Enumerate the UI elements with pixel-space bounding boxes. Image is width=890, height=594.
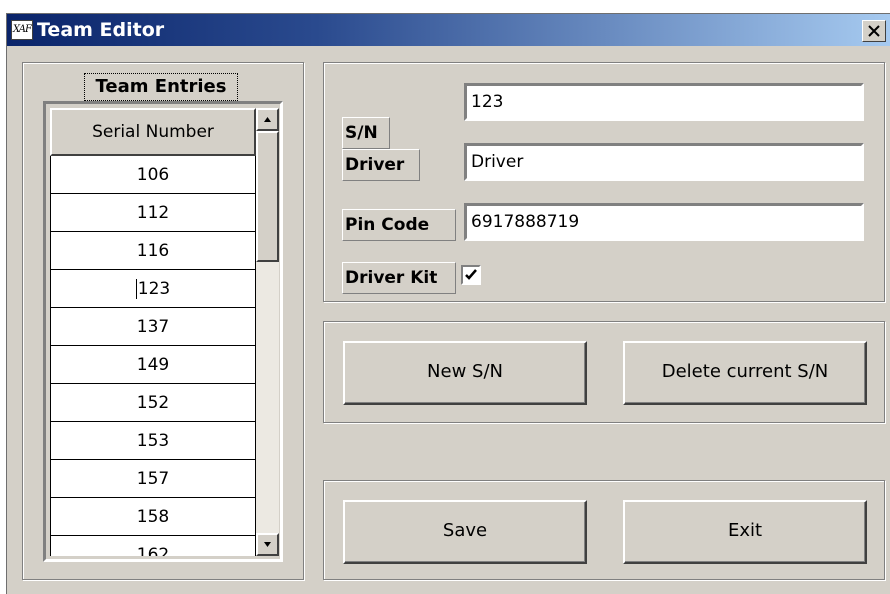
list-row-value: 158 <box>136 507 170 527</box>
pin-code-label: Pin Code <box>342 209 456 241</box>
arrow-down-icon <box>264 542 271 547</box>
list-row-value: 137 <box>136 317 170 337</box>
scroll-up-button[interactable] <box>256 108 279 131</box>
list-scrollbar[interactable] <box>256 108 279 556</box>
driver-input[interactable] <box>464 143 864 181</box>
new-sn-button-label: New S/N <box>427 361 503 382</box>
serial-number-rows: 106 112 116 123 137 149 152 153 157 158 … <box>50 156 256 556</box>
list-row-value: 162 <box>136 545 170 556</box>
text-caret <box>135 279 137 299</box>
list-row[interactable]: 158 <box>50 498 256 536</box>
exit-button-label: Exit <box>727 520 763 541</box>
close-button[interactable] <box>862 20 886 42</box>
close-icon <box>868 25 880 37</box>
list-row[interactable]: 116 <box>50 232 256 270</box>
save-button-label: Save <box>442 520 488 541</box>
driver-label: Driver <box>342 149 420 181</box>
list-row-value: 152 <box>136 393 170 413</box>
list-row-value: 149 <box>136 355 170 375</box>
delete-sn-button-label: Delete current S/N <box>661 361 829 382</box>
scroll-thumb[interactable] <box>256 131 279 262</box>
driver-kit-label: Driver Kit <box>342 262 456 294</box>
list-row-value: 153 <box>136 431 170 451</box>
team-entries-label: Team Entries <box>84 73 238 101</box>
app-logo-icon: XAF <box>11 20 33 40</box>
exit-button[interactable]: Exit <box>623 500 867 564</box>
arrow-up-icon <box>264 117 271 122</box>
list-row-value: 116 <box>136 241 170 261</box>
window-title: Team Editor <box>37 19 165 41</box>
save-button[interactable]: Save <box>343 500 587 564</box>
list-row[interactable]: 157 <box>50 460 256 498</box>
delete-sn-button[interactable]: Delete current S/N <box>623 341 867 405</box>
list-row-value: 112 <box>136 203 170 223</box>
list-row[interactable]: 112 <box>50 194 256 232</box>
list-row[interactable]: 162 <box>50 536 256 556</box>
list-row-selected[interactable]: 123 <box>50 270 256 308</box>
list-row[interactable]: 106 <box>50 156 256 194</box>
list-row-value: 123 <box>137 279 171 299</box>
sn-label: S/N <box>342 117 390 149</box>
list-row[interactable]: 149 <box>50 346 256 384</box>
list-row-value: 106 <box>136 165 170 185</box>
list-row[interactable]: 152 <box>50 384 256 422</box>
sn-input[interactable] <box>464 83 864 121</box>
scroll-down-button[interactable] <box>256 533 279 556</box>
serial-number-column-header[interactable]: Serial Number <box>50 108 256 156</box>
driver-kit-checkbox[interactable] <box>461 265 481 285</box>
list-row-value: 157 <box>136 469 170 489</box>
serial-number-list[interactable]: Serial Number 106 112 116 123 137 149 15… <box>43 101 283 562</box>
list-row[interactable]: 137 <box>50 308 256 346</box>
pin-code-input[interactable] <box>464 203 864 241</box>
new-sn-button[interactable]: New S/N <box>343 341 587 405</box>
list-row[interactable]: 153 <box>50 422 256 460</box>
check-icon <box>465 269 477 280</box>
